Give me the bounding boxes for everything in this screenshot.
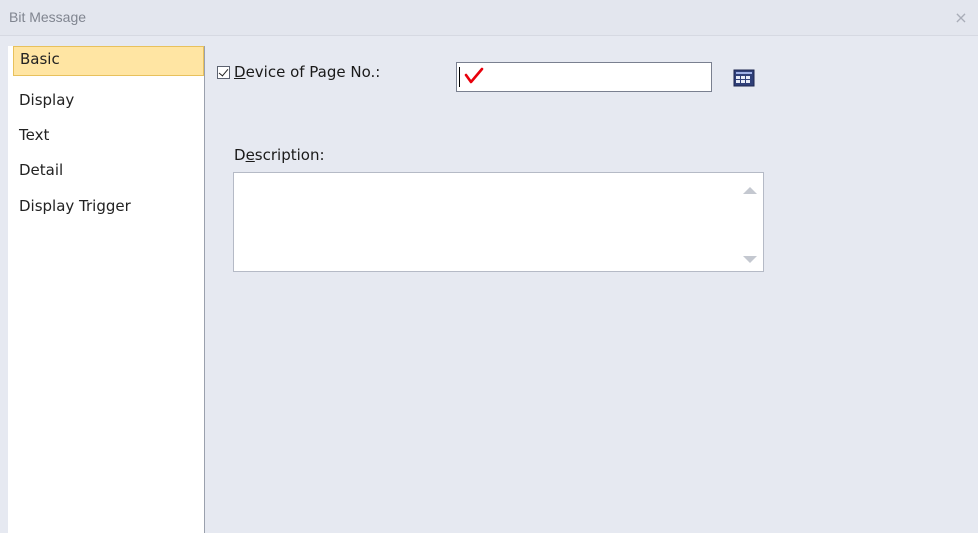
device-of-page-row: Device of Page No.:	[217, 60, 380, 84]
title-bar: Bit Message ×	[0, 0, 978, 36]
scroll-up-arrow-icon[interactable]	[743, 187, 757, 194]
sidebar-item-basic[interactable]: Basic	[13, 46, 204, 76]
close-button[interactable]: ×	[950, 6, 972, 28]
checkmark-icon	[218, 65, 229, 77]
sidebar-item-label: Display Trigger	[19, 197, 131, 215]
device-of-page-input[interactable]	[456, 62, 712, 92]
sidebar-item-text[interactable]: Text	[13, 123, 49, 153]
sidebar-item-label: Basic	[20, 50, 60, 68]
description-textarea[interactable]	[233, 172, 764, 272]
device-of-page-checkbox[interactable]	[217, 65, 230, 79]
window-title: Bit Message	[9, 9, 87, 25]
description-label: Description:	[234, 146, 325, 164]
sidebar-item-detail[interactable]: Detail	[13, 158, 63, 188]
basic-panel: Device of Page No.: Description:	[205, 46, 978, 533]
sidebar: Basic Display Text Detail Display Trigge…	[8, 46, 205, 533]
description-scrollbar[interactable]	[738, 174, 762, 270]
red-check-icon	[464, 67, 484, 84]
sidebar-item-label: Display	[19, 91, 75, 109]
device-browse-icon	[733, 69, 755, 87]
text-caret	[459, 67, 460, 87]
sidebar-item-label: Detail	[19, 161, 64, 179]
sidebar-item-display-trigger[interactable]: Display Trigger	[13, 194, 131, 224]
sidebar-item-label: Text	[19, 126, 50, 144]
device-browse-button[interactable]	[724, 64, 762, 92]
scroll-down-arrow-icon[interactable]	[743, 256, 757, 263]
sidebar-item-display[interactable]: Display	[13, 88, 74, 118]
device-of-page-label: Device of Page No.:	[234, 63, 381, 81]
close-icon: ×	[954, 7, 968, 27]
